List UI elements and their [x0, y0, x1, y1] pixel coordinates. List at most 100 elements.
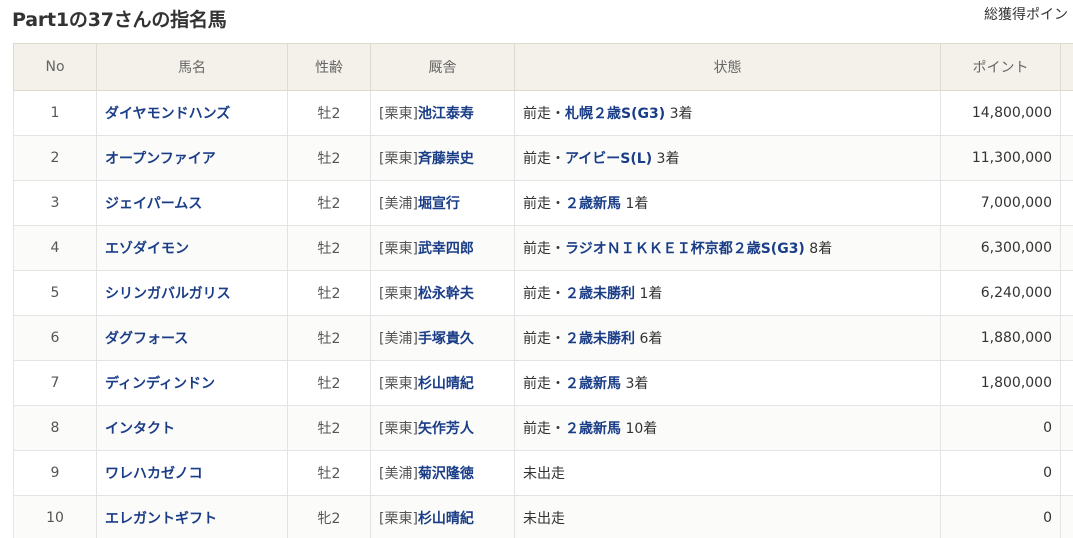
- cell-points: 11,300,000: [940, 135, 1061, 181]
- horse-name-link[interactable]: エレガントギフト: [105, 511, 217, 527]
- cell-extra: [1060, 495, 1073, 538]
- cell-sex-age: 牡2: [287, 360, 371, 406]
- cell-horse-name: インタクト: [96, 405, 288, 451]
- cell-stable: [栗東]杉山晴紀: [370, 360, 515, 406]
- cell-points: 0: [940, 450, 1061, 496]
- horse-name-link[interactable]: ジェイパームス: [105, 196, 202, 212]
- race-link[interactable]: ２歳新馬: [565, 376, 621, 392]
- horse-name-link[interactable]: ディンディンドン: [105, 376, 215, 392]
- stable-location: [栗東]: [379, 421, 418, 437]
- cell-points: 1,800,000: [940, 360, 1061, 406]
- trainer-link[interactable]: 松永幹夫: [418, 286, 474, 302]
- table-row: 2 オープンファイア 牡2 [栗東]斉藤崇史 前走・アイビーS(L) 3着 11,300,…: [13, 135, 1073, 181]
- trainer-link[interactable]: 矢作芳人: [418, 421, 474, 437]
- horse-name-link[interactable]: インタクト: [105, 421, 175, 437]
- cell-status: 前走・２歳未勝利 6着: [514, 315, 941, 361]
- status-text: 未出走: [523, 511, 565, 527]
- column-header-status: 状態: [514, 43, 941, 91]
- cell-extra: [1060, 225, 1073, 271]
- race-link[interactable]: ２歳未勝利: [565, 331, 635, 347]
- race-link[interactable]: アイビーS(L): [565, 151, 652, 167]
- cell-sex-age: 牡2: [287, 180, 371, 226]
- cell-no: 8: [13, 405, 97, 451]
- cell-horse-name: シリンガバルガリス: [96, 270, 288, 316]
- cell-status: 前走・アイビーS(L) 3着: [514, 135, 941, 181]
- trainer-link[interactable]: 菊沢隆徳: [418, 466, 474, 482]
- table-body: 1 ダイヤモンドハンズ 牡2 [栗東]池江泰寿 前走・札幌２歳S(G3) 3着 14,80…: [13, 90, 1073, 538]
- status-prefix: 前走・: [523, 376, 565, 392]
- column-header-points: ポイント: [940, 43, 1061, 91]
- cell-no: 3: [13, 180, 97, 226]
- horse-name-link[interactable]: オープンファイア: [105, 151, 216, 167]
- cell-extra: [1060, 270, 1073, 316]
- cell-sex-age: 牡2: [287, 270, 371, 316]
- cell-sex-age: 牡2: [287, 315, 371, 361]
- status-prefix: 前走・: [523, 421, 565, 437]
- race-link[interactable]: ２歳新馬: [565, 196, 621, 212]
- table-row: 4 エゾダイモン 牡2 [栗東]武幸四郎 前走・ラジオＮＩＫＫＥＩ杯京都２歳S(G3) …: [13, 225, 1073, 271]
- stable-location: [栗東]: [379, 241, 418, 257]
- column-header-name: 馬名: [96, 43, 288, 91]
- finish-position: 1着: [635, 286, 663, 302]
- total-points-label: 総獲得ポイン: [984, 7, 1068, 23]
- cell-horse-name: ジェイパームス: [96, 180, 288, 226]
- trainer-link[interactable]: 手塚貴久: [418, 331, 474, 347]
- table-row: 1 ダイヤモンドハンズ 牡2 [栗東]池江泰寿 前走・札幌２歳S(G3) 3着 14,80…: [13, 90, 1073, 136]
- cell-no: 9: [13, 450, 97, 496]
- page-title: Part1の37さんの指名馬: [12, 9, 227, 31]
- cell-points: 1,880,000: [940, 315, 1061, 361]
- race-link[interactable]: 札幌２歳S(G3): [565, 106, 665, 122]
- finish-position: 10着: [621, 421, 658, 437]
- cell-extra: [1060, 90, 1073, 136]
- cell-no: 7: [13, 360, 97, 406]
- column-header-extra: [1060, 43, 1073, 91]
- status-prefix: 前走・: [523, 241, 565, 257]
- finish-position: 3着: [652, 151, 680, 167]
- stable-location: [美浦]: [379, 196, 418, 212]
- horse-table-container[interactable]: No 馬名 性齢 厩舎 状態 ポイント 1 ダイヤモンドハンズ 牡2 [栗東]池江泰寿…: [13, 43, 1073, 538]
- cell-no: 5: [13, 270, 97, 316]
- horse-name-link[interactable]: ダイヤモンドハンズ: [105, 106, 230, 122]
- stable-location: [栗東]: [379, 511, 418, 527]
- race-link[interactable]: ラジオＮＩＫＫＥＩ杯京都２歳S(G3): [565, 241, 805, 257]
- trainer-link[interactable]: 斉藤崇史: [418, 151, 474, 167]
- race-link[interactable]: ２歳未勝利: [565, 286, 635, 302]
- cell-status: 前走・２歳新馬 10着: [514, 405, 941, 451]
- table-header-row: No 馬名 性齢 厩舎 状態 ポイント: [13, 43, 1073, 91]
- cell-stable: [美浦]堀宣行: [370, 180, 515, 226]
- cell-stable: [栗東]矢作芳人: [370, 405, 515, 451]
- cell-stable: [美浦]菊沢隆徳: [370, 450, 515, 496]
- status-text: 未出走: [523, 466, 565, 482]
- cell-sex-age: 牡2: [287, 90, 371, 136]
- trainer-link[interactable]: 杉山晴紀: [418, 376, 474, 392]
- cell-status: 前走・ラジオＮＩＫＫＥＩ杯京都２歳S(G3) 8着: [514, 225, 941, 271]
- finish-position: 1着: [621, 196, 649, 212]
- trainer-link[interactable]: 武幸四郎: [418, 241, 474, 257]
- cell-extra: [1060, 315, 1073, 361]
- table-row: 6 ダグフォース 牡2 [美浦]手塚貴久 前走・２歳未勝利 6着 1,880,000: [13, 315, 1073, 361]
- cell-points: 7,000,000: [940, 180, 1061, 226]
- cell-status: 前走・札幌２歳S(G3) 3着: [514, 90, 941, 136]
- cell-horse-name: ワレハカゼノコ: [96, 450, 288, 496]
- finish-position: 8着: [804, 241, 833, 257]
- cell-horse-name: ディンディンドン: [96, 360, 288, 406]
- table-row: 5 シリンガバルガリス 牡2 [栗東]松永幹夫 前走・２歳未勝利 1着 6,240,000: [13, 270, 1073, 316]
- cell-no: 2: [13, 135, 97, 181]
- status-prefix: 前走・: [523, 286, 565, 302]
- trainer-link[interactable]: 池江泰寿: [418, 106, 474, 122]
- horse-name-link[interactable]: エゾダイモン: [105, 241, 189, 257]
- cell-stable: [栗東]斉藤崇史: [370, 135, 515, 181]
- trainer-link[interactable]: 杉山晴紀: [418, 511, 474, 527]
- table-row: 7 ディンディンドン 牡2 [栗東]杉山晴紀 前走・２歳新馬 3着 1,800,000: [13, 360, 1073, 406]
- cell-extra: [1060, 450, 1073, 496]
- horse-name-link[interactable]: ダグフォース: [105, 331, 188, 347]
- cell-status: 未出走: [514, 450, 941, 496]
- horse-name-link[interactable]: シリンガバルガリス: [105, 286, 231, 302]
- cell-extra: [1060, 135, 1073, 181]
- cell-status: 未出走: [514, 495, 941, 538]
- race-link[interactable]: ２歳新馬: [565, 421, 621, 437]
- horse-name-link[interactable]: ワレハカゼノコ: [105, 466, 203, 482]
- trainer-link[interactable]: 堀宣行: [418, 196, 460, 212]
- cell-stable: [栗東]松永幹夫: [370, 270, 515, 316]
- table-row: 9 ワレハカゼノコ 牡2 [美浦]菊沢隆徳 未出走 0: [13, 450, 1073, 496]
